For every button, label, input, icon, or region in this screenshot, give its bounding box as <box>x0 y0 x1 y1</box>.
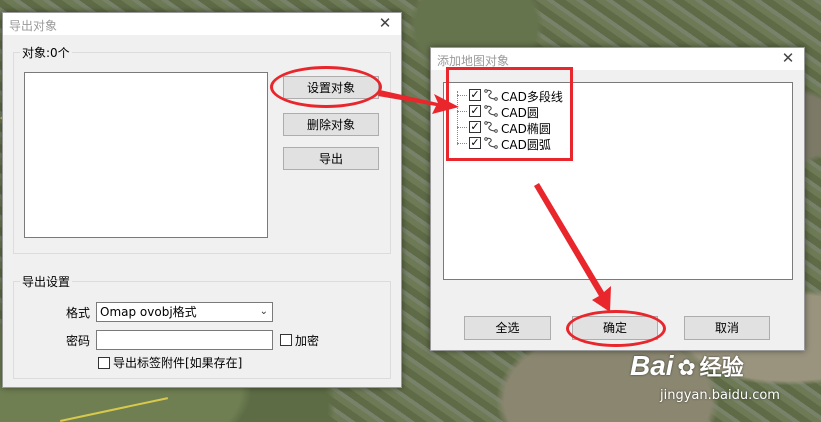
objects-list[interactable] <box>24 72 268 238</box>
format-value: Omap ovobj格式 <box>100 305 197 319</box>
password-label: 密码 <box>66 334 91 348</box>
annotation-oval-ok <box>566 310 666 347</box>
cancel-button[interactable]: 取消 <box>684 316 770 340</box>
watermark-brand: Bai <box>630 350 674 381</box>
watermark-brand-2: 经验 <box>699 356 744 381</box>
close-icon[interactable]: ✕ <box>378 15 392 31</box>
encrypt-checkbox[interactable] <box>280 334 292 346</box>
delete-objects-button[interactable]: 删除对象 <box>283 113 379 136</box>
objects-count-label: 对象:0个 <box>20 44 72 61</box>
close-icon[interactable]: ✕ <box>781 50 795 66</box>
baidu-watermark: Bai ✿ 经验 <box>630 350 744 382</box>
title-bar[interactable]: 导出对象 ✕ <box>3 13 401 35</box>
export-button[interactable]: 导出 <box>283 147 379 170</box>
password-field[interactable] <box>96 330 273 350</box>
export-tags-checkbox[interactable] <box>98 357 110 369</box>
annotation-oval-set-objects <box>270 66 382 108</box>
select-all-button[interactable]: 全选 <box>464 316 551 340</box>
dialog-title: 导出对象 <box>9 19 58 33</box>
format-label: 格式 <box>66 306 91 320</box>
encrypt-label: 加密 <box>295 334 320 348</box>
watermark-url: jingyan.baidu.com <box>660 388 780 403</box>
export-tags-label: 导出标签附件[如果存在] <box>113 356 243 370</box>
format-select[interactable]: Omap ovobj格式 ⌄ <box>96 302 273 322</box>
chevron-down-icon: ⌄ <box>259 306 268 317</box>
export-settings-label: 导出设置 <box>20 273 73 290</box>
paw-icon: ✿ <box>677 356 696 381</box>
annotation-box-tree <box>446 67 573 161</box>
